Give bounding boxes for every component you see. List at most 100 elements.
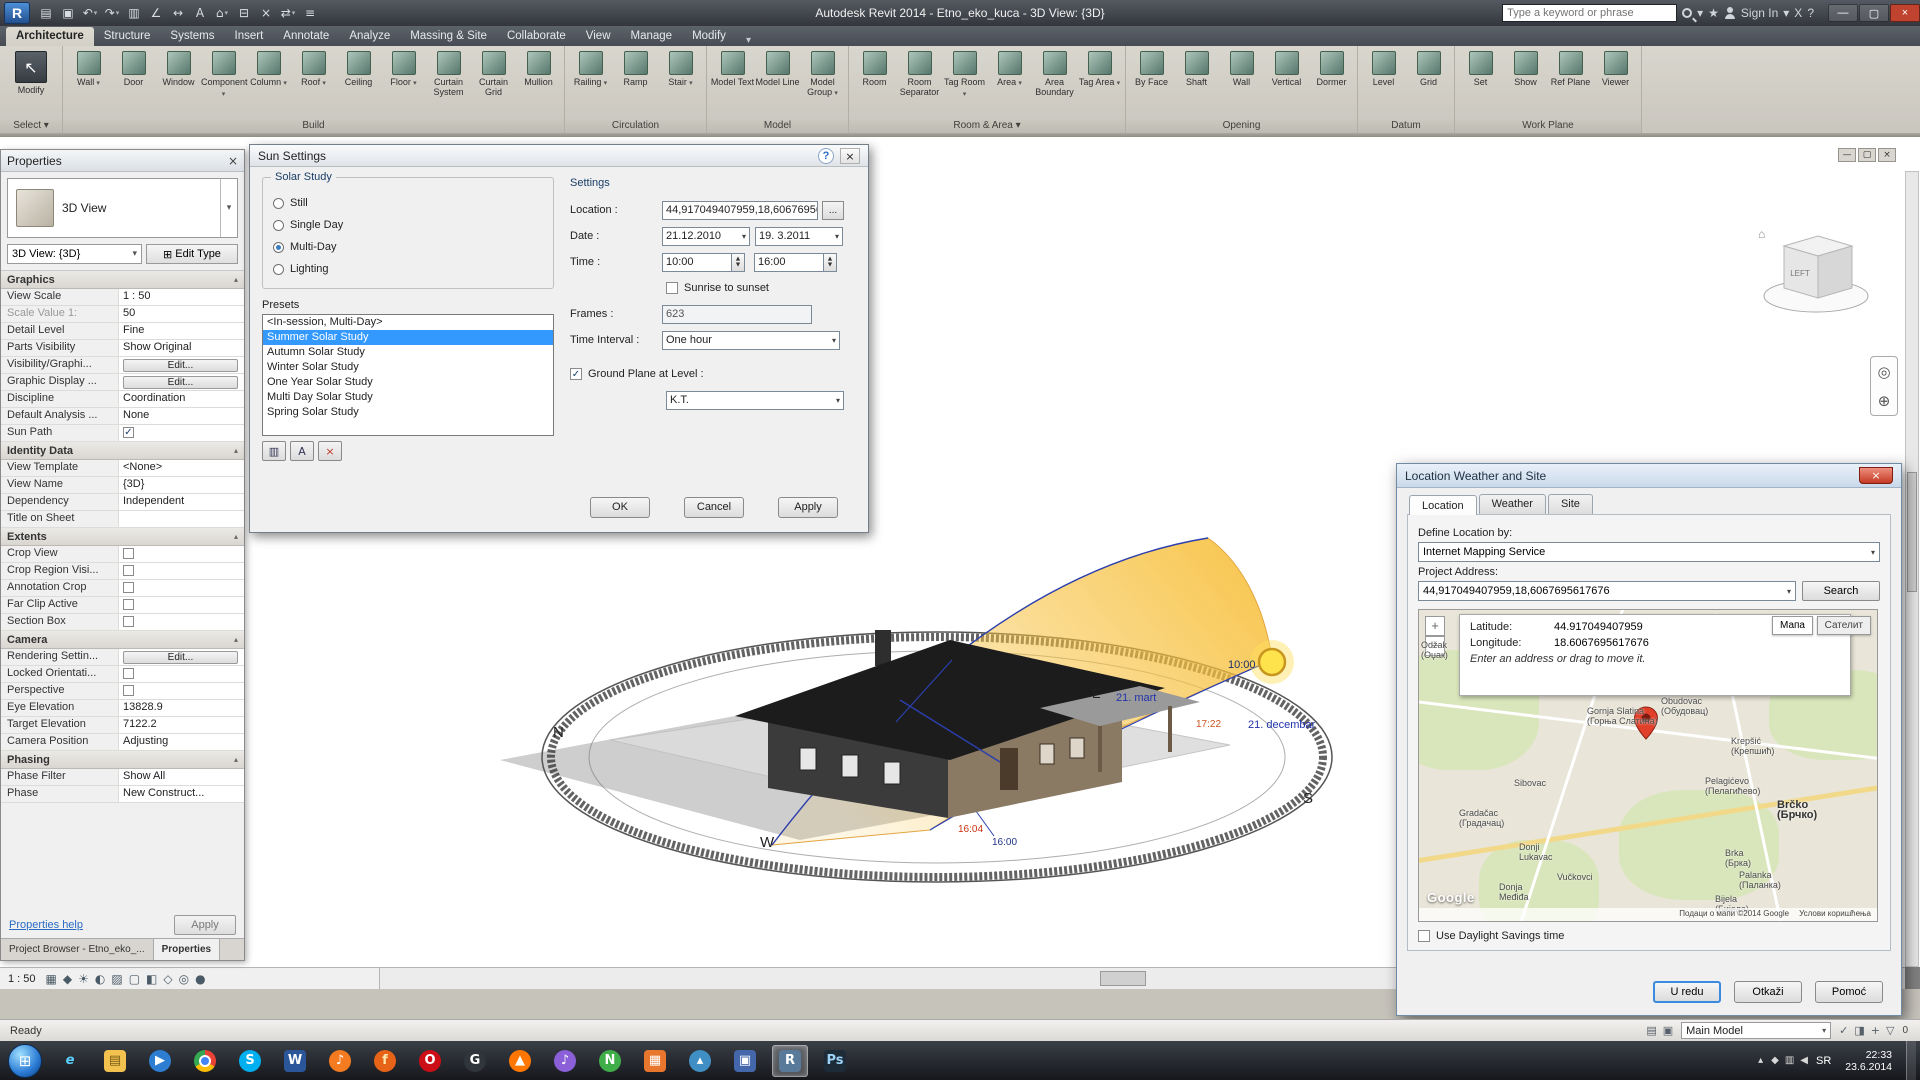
preset-item-autumn-solar-study[interactable]: Autumn Solar Study	[263, 345, 553, 360]
property-value[interactable]	[119, 511, 244, 527]
aligned-dimension-icon[interactable]: ↔	[168, 3, 188, 23]
section-box-checkbox[interactable]	[123, 616, 134, 627]
define-location-dropdown[interactable]: Internet Mapping Service▾	[1418, 542, 1880, 562]
map-type-button[interactable]: Мапа	[1772, 616, 1813, 635]
search-icon[interactable]	[1682, 8, 1692, 18]
section-header-graphics[interactable]: Graphics▴	[1, 271, 244, 289]
show-hidden-icons-button[interactable]: ▴	[1758, 1055, 1763, 1066]
property-value[interactable]: Edit...	[119, 649, 244, 665]
clock[interactable]: 22:33 23.6.2014	[1845, 1049, 1892, 1073]
far-clip-active-checkbox[interactable]	[123, 599, 134, 610]
help-icon[interactable]: ?	[1807, 6, 1814, 20]
radio-still[interactable]: Still	[273, 192, 543, 214]
crop-view-icon[interactable]: ▢	[129, 972, 140, 986]
preset-item-one-year-solar-study[interactable]: One Year Solar Study	[263, 375, 553, 390]
view-close-icon[interactable]: ×	[1878, 148, 1896, 162]
perspective-checkbox[interactable]	[123, 685, 134, 696]
ground-plane-checkbox[interactable]: ✓	[570, 368, 582, 380]
graphic-display-edit-button[interactable]: Edit...	[123, 376, 238, 389]
ribbon-button-model-group[interactable]: Model Group ▾	[800, 49, 845, 98]
property-value[interactable]	[119, 683, 244, 699]
end-date-picker[interactable]: 19. 3.2011▾	[755, 227, 843, 246]
start-button[interactable]: ⊞	[8, 1044, 42, 1078]
tab-annotate[interactable]: Annotate	[273, 27, 339, 46]
panel-label-work-plane[interactable]: Work Plane	[1455, 118, 1641, 133]
steering-wheel-icon[interactable]: ◎	[1877, 363, 1890, 381]
ribbon-button-level[interactable]: Level	[1361, 49, 1406, 87]
taskbar-photoshop[interactable]: Ps	[817, 1045, 853, 1077]
show-crop-icon[interactable]: ◧	[146, 972, 157, 986]
tab-weather[interactable]: Weather	[1479, 494, 1546, 514]
property-value[interactable]: Show Original	[119, 340, 244, 356]
map[interactable]: Latitude: 44.917049407959 Longitude: 18.…	[1418, 609, 1878, 922]
ribbon-button-area[interactable]: Area ▾	[987, 49, 1032, 88]
property-value[interactable]	[119, 666, 244, 682]
property-value[interactable]: 7122.2	[119, 717, 244, 733]
taskbar-opera[interactable]: O	[412, 1045, 448, 1077]
view-minimize-icon[interactable]: —	[1838, 148, 1856, 162]
close-icon[interactable]: ×	[228, 154, 238, 168]
tab-collaborate[interactable]: Collaborate	[497, 27, 576, 46]
taskbar-word[interactable]: W	[277, 1045, 313, 1077]
type-selector[interactable]: 3D View ▾	[7, 178, 238, 238]
ribbon-button-vertical[interactable]: Vertical	[1264, 49, 1309, 87]
exclude-options-icon[interactable]: ◨	[1854, 1024, 1864, 1037]
property-value[interactable]: 1 : 50	[119, 289, 244, 305]
switch-windows-icon[interactable]: ⇄▾	[278, 3, 298, 23]
ribbon-button-railing[interactable]: Railing ▾	[568, 49, 613, 88]
start-time-input[interactable]: 10:00	[662, 253, 732, 272]
start-date-picker[interactable]: 21.12.2010▾	[662, 227, 750, 246]
editable-only-icon[interactable]: ✓	[1839, 1024, 1848, 1037]
tab-location[interactable]: Location	[1409, 495, 1477, 515]
taskbar-winamp[interactable]: ♪	[322, 1045, 358, 1077]
property-value[interactable]	[119, 614, 244, 630]
ribbon-button-ref-plane[interactable]: Ref Plane	[1548, 49, 1593, 87]
preset-item-in-session-multi-day[interactable]: <In-session, Multi-Day>	[263, 315, 553, 330]
section-header-camera[interactable]: Camera▴	[1, 631, 244, 649]
design-options-icon[interactable]: ▣	[1663, 1024, 1673, 1037]
panel-label-model[interactable]: Model	[707, 118, 848, 133]
property-value[interactable]: Coordination	[119, 391, 244, 407]
close-window-icon[interactable]: ×	[1890, 4, 1920, 22]
zoom-icon[interactable]: ⊕	[1878, 392, 1891, 410]
ribbon-button-by-face[interactable]: By Face	[1129, 49, 1174, 87]
tab-systems[interactable]: Systems	[160, 27, 224, 46]
panel-label-build[interactable]: Build	[63, 118, 564, 133]
preset-item-multi-day-solar-study[interactable]: Multi Day Solar Study	[263, 390, 553, 405]
property-value[interactable]: ✓	[119, 425, 244, 441]
rendering-settin-edit-button[interactable]: Edit...	[123, 651, 238, 664]
network-icon[interactable]: ▥	[1785, 1055, 1794, 1066]
delete-preset-button[interactable]: ×	[318, 441, 342, 461]
ribbon-button-tag-area[interactable]: Tag Area ▾	[1077, 49, 1122, 88]
ribbon-button-modify[interactable]: ↖Modify	[3, 49, 59, 95]
taskbar-file-explorer[interactable]: ▤	[97, 1045, 133, 1077]
lock-view-icon[interactable]: ◇	[163, 972, 172, 986]
property-value[interactable]: Show All	[119, 769, 244, 785]
property-value[interactable]: Adjusting	[119, 734, 244, 750]
show-desktop-button[interactable]	[1906, 1041, 1916, 1080]
panel-label-circulation[interactable]: Circulation	[565, 118, 706, 133]
end-time-input[interactable]: 16:00	[754, 253, 824, 272]
viewcube-home-icon[interactable]: ⌂	[1758, 227, 1765, 241]
sun-settings-title-bar[interactable]: Sun Settings ? ×	[250, 145, 868, 167]
location-dialog-title-bar[interactable]: Location Weather and Site ×	[1397, 464, 1901, 488]
ribbon-button-curtain-system[interactable]: Curtain System	[426, 49, 471, 97]
property-value[interactable]: Edit...	[119, 357, 244, 373]
taskbar-revit[interactable]: R	[772, 1045, 808, 1077]
ribbon-button-tag-room[interactable]: Tag Room ▾	[942, 49, 987, 99]
close-icon[interactable]: ×	[840, 148, 860, 164]
section-header-identity-data[interactable]: Identity Data▴	[1, 442, 244, 460]
satellite-type-button[interactable]: Сателит	[1817, 616, 1871, 635]
start-time-spinner[interactable]: ▲▼	[732, 253, 745, 272]
radio-single-day[interactable]: Single Day	[273, 214, 543, 236]
ribbon-button-column[interactable]: Column ▾	[246, 49, 291, 88]
daylight-savings-checkbox[interactable]	[1418, 930, 1430, 942]
preset-item-summer-solar-study[interactable]: Summer Solar Study	[263, 330, 553, 345]
language-indicator[interactable]: SR	[1816, 1055, 1831, 1067]
crop-view-checkbox[interactable]	[123, 548, 134, 559]
selection-filter-icon[interactable]: ▽	[1886, 1024, 1894, 1037]
save-icon[interactable]: ▣	[58, 3, 78, 23]
tab-architecture[interactable]: Architecture	[6, 27, 94, 46]
radio-lighting[interactable]: Lighting	[273, 258, 543, 280]
minimize-window-icon[interactable]: —	[1828, 4, 1858, 22]
